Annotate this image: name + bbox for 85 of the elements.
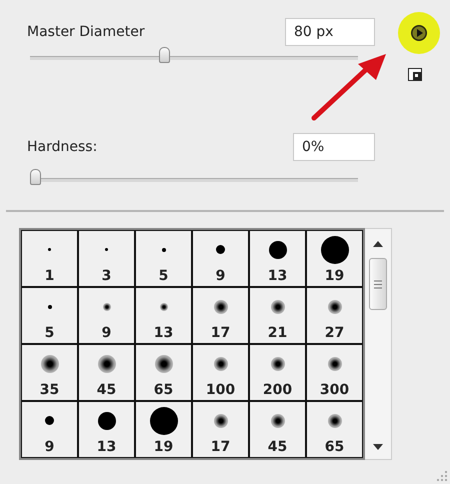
brush-tile[interactable]: 13 [250, 231, 305, 286]
brush-size: 100 [206, 382, 236, 398]
hard-brush-icon [105, 248, 108, 251]
brush-tile[interactable]: 17 [193, 288, 248, 343]
brush-tile[interactable]: 27 [307, 288, 362, 343]
hardness-field[interactable]: 0% [293, 133, 375, 161]
brush-size: 200 [262, 382, 292, 398]
hard-brush-icon [162, 248, 166, 252]
brush-tile[interactable]: 13 [136, 288, 191, 343]
brush-tile[interactable]: 200 [250, 345, 305, 400]
brush-size: 9 [216, 268, 226, 284]
brush-size: 65 [324, 439, 344, 455]
hard-brush-icon [48, 304, 52, 308]
brush-size: 13 [268, 268, 288, 284]
play-icon [411, 25, 427, 41]
soft-brush-icon [328, 414, 342, 428]
brush-size: 3 [102, 268, 112, 284]
brush-size: 21 [268, 325, 288, 341]
grip-lines-icon [374, 280, 382, 288]
brush-tile[interactable]: 9 [79, 288, 134, 343]
brush-tile[interactable]: 19 [307, 231, 362, 286]
brush-tile[interactable]: 9 [22, 402, 77, 457]
new-preset-icon[interactable] [408, 68, 422, 81]
hard-brush-icon [320, 236, 348, 264]
flyout-menu-button[interactable] [398, 12, 440, 54]
brush-size: 17 [210, 439, 230, 455]
caret-up-icon [373, 241, 383, 247]
brush-tile[interactable]: 45 [250, 402, 305, 457]
soft-brush-icon [270, 414, 284, 428]
brush-tile[interactable]: 5 [22, 288, 77, 343]
brush-tile[interactable]: 19 [136, 402, 191, 457]
hardness-label: Hardness: [27, 139, 98, 155]
soft-brush-icon [270, 356, 284, 370]
soft-brush-icon [328, 356, 342, 370]
brush-tile[interactable]: 5 [136, 231, 191, 286]
brush-size: 300 [320, 382, 350, 398]
brush-size: 5 [44, 325, 54, 341]
soft-brush-icon [40, 354, 58, 372]
brush-tile[interactable]: 300 [307, 345, 362, 400]
brush-tile[interactable]: 65 [136, 345, 191, 400]
master-diameter-label: Master Diameter [27, 24, 145, 40]
brush-size: 27 [324, 325, 344, 341]
soft-brush-icon [270, 300, 284, 314]
brush-size: 5 [158, 268, 168, 284]
brush-tile[interactable]: 65 [307, 402, 362, 457]
brush-size: 45 [96, 382, 116, 398]
scrollbar[interactable] [365, 228, 392, 460]
brush-tile[interactable]: 13 [79, 402, 134, 457]
hard-brush-icon [98, 412, 116, 430]
soft-brush-icon [98, 354, 116, 372]
brush-tile[interactable]: 9 [193, 231, 248, 286]
hard-brush-icon [150, 406, 178, 434]
brush-size: 35 [40, 382, 60, 398]
brush-tile[interactable]: 3 [79, 231, 134, 286]
hard-brush-icon [48, 248, 51, 251]
scroll-thumb[interactable] [369, 258, 387, 310]
brush-size: 1 [44, 268, 54, 284]
hard-brush-icon [45, 416, 54, 425]
brush-size: 19 [324, 268, 344, 284]
brush-tile[interactable]: 45 [79, 345, 134, 400]
soft-brush-icon [102, 302, 110, 310]
caret-down-icon [373, 444, 383, 450]
brush-size: 13 [154, 325, 174, 341]
brush-tile[interactable]: 100 [193, 345, 248, 400]
brush-size: 17 [210, 325, 230, 341]
brush-size: 9 [102, 325, 112, 341]
brush-tile[interactable]: 17 [193, 402, 248, 457]
brush-size: 19 [154, 439, 174, 455]
soft-brush-icon [154, 354, 172, 372]
soft-brush-icon [214, 414, 228, 428]
hard-brush-icon [216, 245, 225, 254]
soft-brush-icon [160, 302, 168, 310]
diameter-field[interactable]: 80 px [285, 18, 375, 46]
soft-brush-icon [214, 356, 228, 370]
brush-size: 45 [268, 439, 288, 455]
resize-grip-icon[interactable] [437, 471, 447, 481]
brush-tile[interactable]: 35 [22, 345, 77, 400]
brush-size: 13 [96, 439, 116, 455]
soft-brush-icon [328, 300, 342, 314]
soft-brush-icon [214, 300, 228, 314]
brush-size: 9 [44, 439, 54, 455]
hard-brush-icon [268, 240, 286, 258]
brush-tile[interactable]: 1 [22, 231, 77, 286]
brush-tile[interactable]: 21 [250, 288, 305, 343]
brush-size: 65 [154, 382, 174, 398]
